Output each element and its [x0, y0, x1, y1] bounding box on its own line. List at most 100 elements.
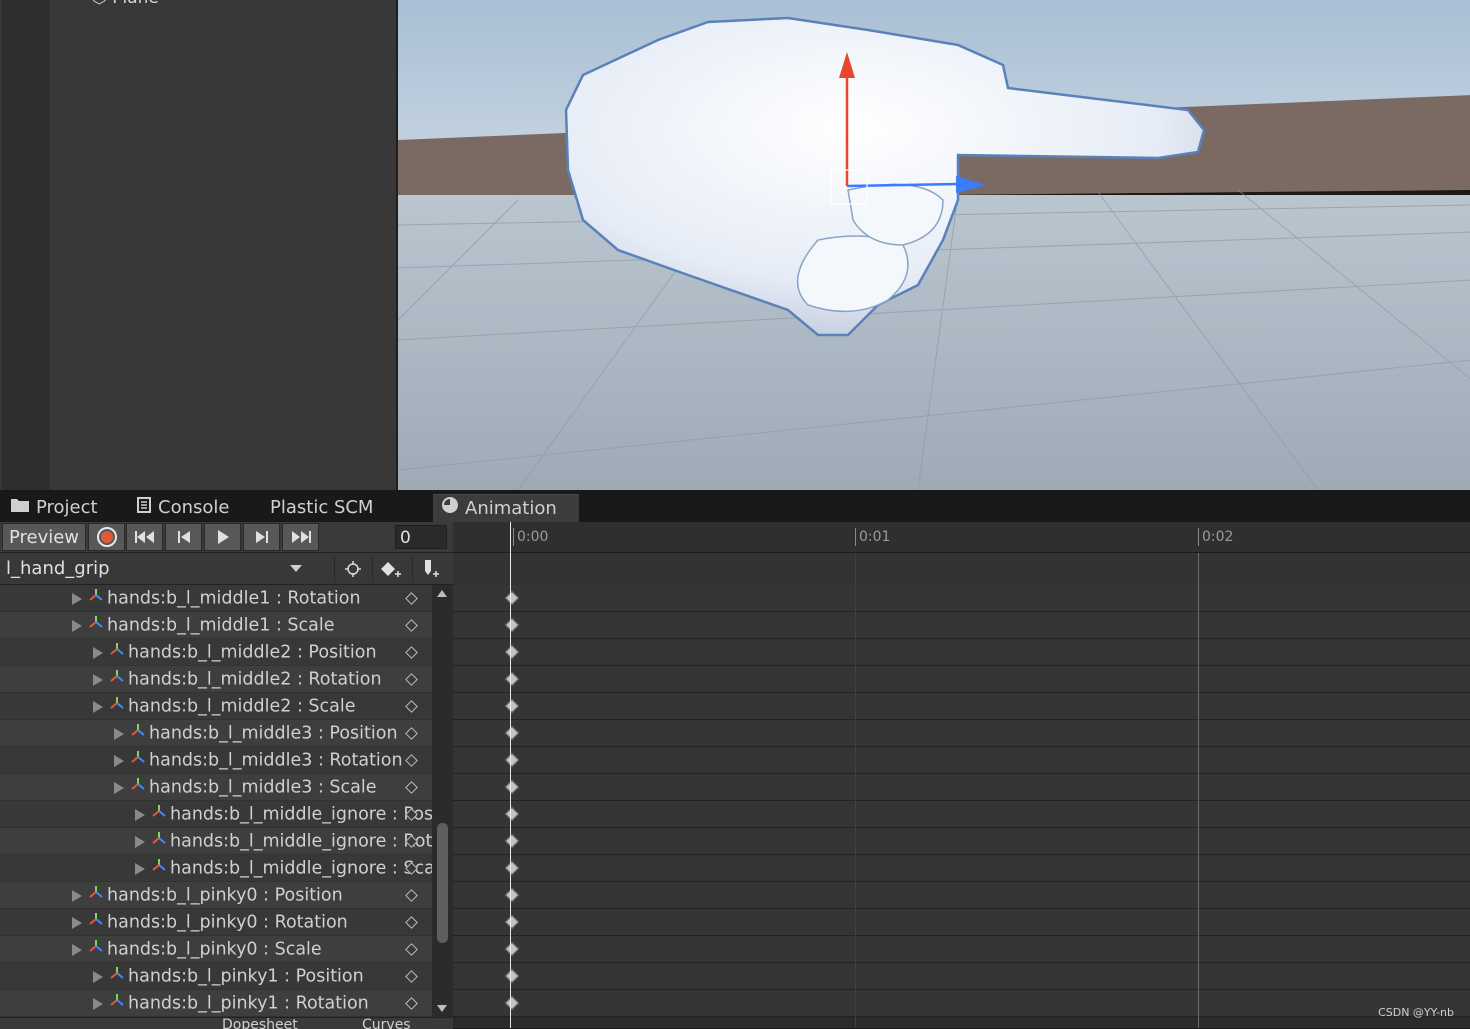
- track-row[interactable]: [453, 909, 1470, 936]
- keyframe[interactable]: [504, 671, 520, 687]
- play-button[interactable]: [204, 523, 241, 551]
- keyframe[interactable]: [504, 698, 520, 714]
- keyframe[interactable]: [504, 833, 520, 849]
- playhead[interactable]: [510, 522, 511, 1028]
- keyframe-toggle-icon[interactable]: [405, 592, 418, 605]
- scrollbar-thumb[interactable]: [437, 823, 448, 943]
- events-row[interactable]: [453, 553, 1470, 586]
- expand-arrow-icon[interactable]: [114, 727, 124, 740]
- dopesheet-timeline[interactable]: 0:00 0:01 0:02: [453, 522, 1470, 1028]
- property-row[interactable]: hands:b_l_middle3 : Position: [0, 720, 432, 747]
- tab-console[interactable]: Console: [136, 494, 229, 522]
- filter-by-selection-button[interactable]: [334, 555, 371, 582]
- property-row[interactable]: hands:b_l_pinky1 : Rotation: [0, 990, 432, 1017]
- tab-plastic-scm[interactable]: Plastic SCM: [270, 494, 373, 522]
- expand-arrow-icon[interactable]: [93, 970, 103, 983]
- keyframe-toggle-icon[interactable]: [405, 619, 418, 632]
- expand-arrow-icon[interactable]: [72, 619, 82, 632]
- expand-arrow-icon[interactable]: [135, 835, 145, 848]
- property-row[interactable]: hands:b_l_pinky0 : Scale: [0, 936, 432, 963]
- hierarchy-item-plane[interactable]: ⬡ Plane: [92, 0, 159, 8]
- keyframe[interactable]: [504, 914, 520, 930]
- keyframe[interactable]: [504, 887, 520, 903]
- property-row[interactable]: hands:b_l_pinky1 : Position: [0, 963, 432, 990]
- property-row[interactable]: hands:b_l_middle3 : Scale: [0, 774, 432, 801]
- keyframe[interactable]: [504, 995, 520, 1011]
- first-key-button[interactable]: [126, 523, 163, 551]
- last-key-button[interactable]: [282, 523, 319, 551]
- property-row[interactable]: hands:b_l_middle2 : Scale: [0, 693, 432, 720]
- track-row[interactable]: [453, 693, 1470, 720]
- track-row[interactable]: [453, 936, 1470, 963]
- expand-arrow-icon[interactable]: [93, 700, 103, 713]
- track-row[interactable]: [453, 747, 1470, 774]
- add-keyframe-button[interactable]: [372, 555, 409, 582]
- property-row[interactable]: hands:b_l_middle_ignore : Pos: [0, 801, 432, 828]
- track-row[interactable]: [453, 774, 1470, 801]
- track-row[interactable]: [453, 612, 1470, 639]
- keyframe[interactable]: [504, 617, 520, 633]
- property-row[interactable]: hands:b_l_middle_ignore : Sca: [0, 855, 432, 882]
- next-key-button[interactable]: [243, 523, 280, 551]
- property-row[interactable]: hands:b_l_pinky0 : Position: [0, 882, 432, 909]
- record-button[interactable]: [88, 523, 125, 551]
- expand-arrow-icon[interactable]: [72, 889, 82, 902]
- keyframe[interactable]: [504, 779, 520, 795]
- keyframe-toggle-icon[interactable]: [405, 700, 418, 713]
- track-row[interactable]: [453, 828, 1470, 855]
- keyframe-toggle-icon[interactable]: [405, 646, 418, 659]
- property-row[interactable]: hands:b_l_pinky0 : Rotation: [0, 909, 432, 936]
- keyframe-toggle-icon[interactable]: [405, 727, 418, 740]
- property-row[interactable]: hands:b_l_middle3 : Rotation: [0, 747, 432, 774]
- property-row[interactable]: hands:b_l_middle_ignore : Rota: [0, 828, 432, 855]
- tab-animation[interactable]: Animation: [433, 494, 579, 522]
- keyframe-toggle-icon[interactable]: [405, 781, 418, 794]
- track-row[interactable]: [453, 882, 1470, 909]
- track-row[interactable]: [453, 720, 1470, 747]
- curves-button[interactable]: Curves: [362, 1018, 411, 1029]
- scroll-up-icon[interactable]: [437, 590, 447, 597]
- expand-arrow-icon[interactable]: [72, 916, 82, 929]
- track-row[interactable]: [453, 990, 1470, 1017]
- expand-arrow-icon[interactable]: [93, 997, 103, 1010]
- track-row[interactable]: [453, 855, 1470, 882]
- keyframe[interactable]: [504, 968, 520, 984]
- track-row[interactable]: [453, 639, 1470, 666]
- keyframe[interactable]: [504, 590, 520, 606]
- keyframe-toggle-icon[interactable]: [405, 916, 418, 929]
- keyframe-toggle-icon[interactable]: [405, 673, 418, 686]
- track-row[interactable]: [453, 666, 1470, 693]
- keyframe[interactable]: [504, 752, 520, 768]
- property-row[interactable]: hands:b_l_middle2 : Position: [0, 639, 432, 666]
- keyframe-toggle-icon[interactable]: [405, 997, 418, 1010]
- frame-input[interactable]: 0: [395, 525, 447, 549]
- expand-arrow-icon[interactable]: [72, 592, 82, 605]
- keyframe[interactable]: [504, 644, 520, 660]
- keyframe-toggle-icon[interactable]: [405, 754, 418, 767]
- property-list-scrollbar[interactable]: [432, 585, 453, 1017]
- expand-arrow-icon[interactable]: [93, 646, 103, 659]
- track-row[interactable]: [453, 585, 1470, 612]
- keyframe-toggle-icon[interactable]: [405, 970, 418, 983]
- keyframe-toggle-icon[interactable]: [405, 889, 418, 902]
- expand-arrow-icon[interactable]: [114, 781, 124, 794]
- keyframe[interactable]: [504, 941, 520, 957]
- track-row[interactable]: [453, 963, 1470, 990]
- keyframe[interactable]: [504, 860, 520, 876]
- scroll-down-icon[interactable]: [437, 1005, 447, 1012]
- dopesheet-button[interactable]: Dopesheet: [222, 1018, 298, 1029]
- scene-view[interactable]: [396, 0, 1470, 490]
- keyframe-toggle-icon[interactable]: [405, 943, 418, 956]
- expand-arrow-icon[interactable]: [93, 673, 103, 686]
- property-row[interactable]: hands:b_l_middle1 : Rotation: [0, 585, 432, 612]
- add-event-button[interactable]: [412, 555, 449, 582]
- expand-arrow-icon[interactable]: [135, 808, 145, 821]
- tab-project[interactable]: Project: [10, 494, 98, 522]
- clip-dropdown[interactable]: l_hand_grip: [2, 555, 308, 582]
- expand-arrow-icon[interactable]: [72, 943, 82, 956]
- expand-arrow-icon[interactable]: [114, 754, 124, 767]
- track-row[interactable]: [453, 801, 1470, 828]
- expand-arrow-icon[interactable]: [135, 862, 145, 875]
- keyframe[interactable]: [504, 806, 520, 822]
- preview-button[interactable]: Preview: [2, 523, 86, 551]
